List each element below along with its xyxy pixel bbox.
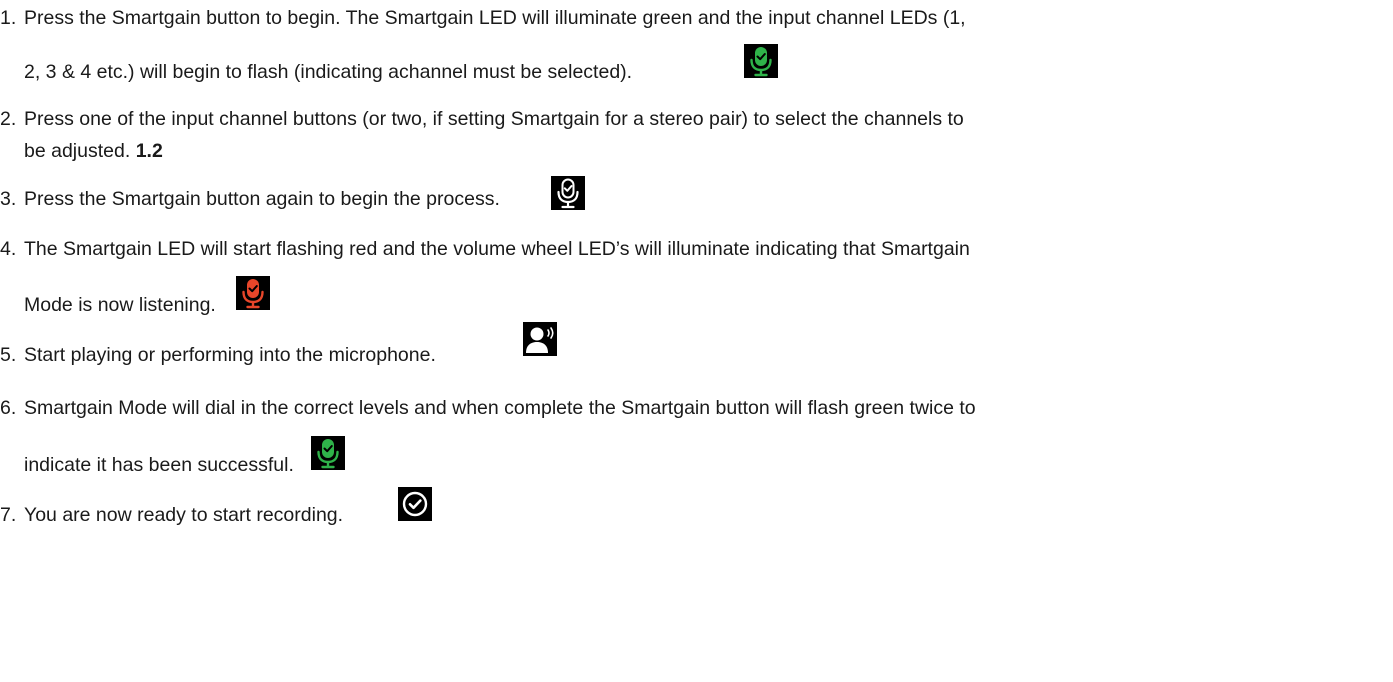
- step-1-line-2: 2, 3 & 4 etc.) will begin to flash (indi…: [24, 60, 632, 84]
- step-number: 6.: [0, 397, 17, 419]
- step-text: Smartgain Mode will dial in the correct …: [24, 397, 976, 419]
- step-number: 4.: [0, 238, 17, 260]
- step-number: 5.: [0, 344, 17, 366]
- step-2-line-1: 2. Press one of the input channel buttons…: [0, 107, 964, 131]
- section-reference: 1.2: [135, 140, 163, 162]
- step-text: be adjusted.: [24, 140, 131, 162]
- step-text: indicate it has been successful.: [24, 454, 294, 476]
- step-text: The Smartgain LED will start flashing re…: [24, 238, 970, 260]
- step-text: Mode is now listening.: [24, 294, 216, 316]
- step-2-line-2: be adjusted. 1.2: [24, 139, 163, 163]
- step-5-line-1: 5. Start playing or performing into the m…: [0, 343, 436, 367]
- mic-check-green-icon: [744, 44, 778, 78]
- step-1-line-1: 1. Press the Smartgain button to begin. T…: [0, 6, 966, 30]
- mic-check-green-icon: [311, 436, 345, 470]
- step-text: You are now ready to start recording.: [24, 504, 344, 526]
- step-6-line-1: 6. Smartgain Mode will dial in the correc…: [0, 396, 976, 420]
- user-speaking-icon: [523, 322, 557, 356]
- mic-check-white-icon: [551, 176, 585, 210]
- step-3-line-1: 3. Press the Smartgain button again to be…: [0, 187, 500, 211]
- check-circle-icon: [398, 487, 432, 521]
- step-4-line-1: 4. The Smartgain LED will start flashing …: [0, 237, 970, 261]
- step-number: 3.: [0, 188, 17, 210]
- step-text: Press the Smartgain button to begin. The…: [24, 7, 966, 29]
- step-number: 1.: [0, 7, 17, 29]
- step-6-line-2: indicate it has been successful.: [24, 453, 294, 477]
- step-text: 2, 3 & 4 etc.) will begin to flash (indi…: [24, 61, 633, 83]
- step-text: Start playing or performing into the mic…: [24, 344, 436, 366]
- step-7-line-1: 7. You are now ready to start recording.: [0, 503, 343, 527]
- step-number: 2.: [0, 108, 17, 130]
- step-text: Press one of the input channel buttons (…: [24, 108, 964, 130]
- step-number: 7.: [0, 504, 17, 526]
- step-4-line-2: Mode is now listening.: [24, 293, 216, 317]
- mic-check-red-icon: [236, 276, 270, 310]
- step-text: Press the Smartgain button again to begi…: [24, 188, 500, 210]
